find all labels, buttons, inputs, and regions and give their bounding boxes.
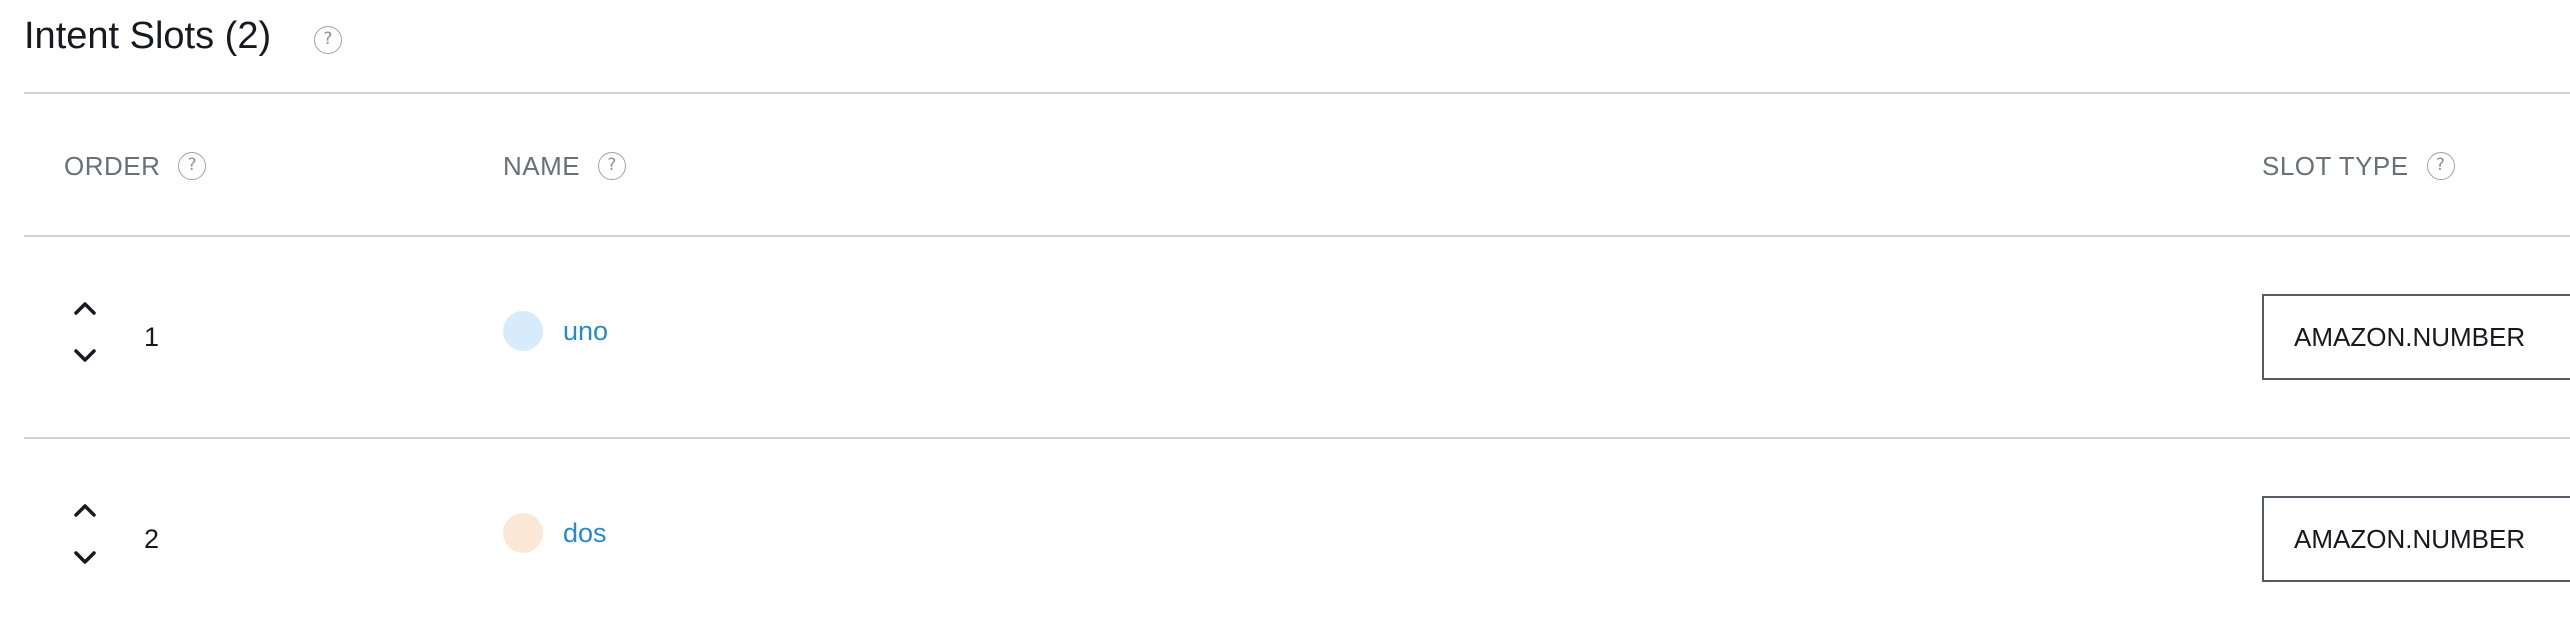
chevron-up-icon[interactable] xyxy=(68,295,102,321)
help-icon[interactable]: ? xyxy=(178,152,207,181)
column-header-order-label: ORDER xyxy=(64,151,161,181)
table-row: 2 dos AMAZON.NUMBER xyxy=(0,439,2570,639)
reorder-controls xyxy=(68,497,102,571)
column-header-name-label: NAME xyxy=(503,151,581,181)
section-title: Intent Slots (2) ? xyxy=(24,8,342,64)
slot-order: 1 xyxy=(144,322,160,352)
slot-color-dot xyxy=(503,513,543,553)
chevron-up-icon[interactable] xyxy=(68,497,102,523)
chevron-down-icon[interactable] xyxy=(68,545,102,571)
column-header-slot-type: SLOT TYPE? xyxy=(2262,146,2455,186)
help-icon[interactable]: ? xyxy=(314,26,342,54)
slot-type-field[interactable]: AMAZON.NUMBER xyxy=(2262,294,2570,380)
slot-name-link[interactable]: dos xyxy=(563,513,607,553)
slot-color-dot xyxy=(503,311,543,351)
column-header-slot-type-label: SLOT TYPE xyxy=(2262,151,2409,181)
reorder-controls xyxy=(68,295,102,369)
column-header-name: NAME? xyxy=(503,146,627,186)
help-icon[interactable]: ? xyxy=(2426,152,2455,181)
chevron-down-icon[interactable] xyxy=(68,343,102,369)
column-header-order: ORDER? xyxy=(64,146,207,186)
slot-type-field[interactable]: AMAZON.NUMBER xyxy=(2262,496,2570,582)
slot-name-link[interactable]: uno xyxy=(563,311,608,351)
help-icon[interactable]: ? xyxy=(598,152,627,181)
slot-order: 2 xyxy=(144,524,160,554)
section-title-text: Intent Slots (2) xyxy=(24,15,272,57)
title-divider xyxy=(24,92,2570,94)
table-row: 1 uno AMAZON.NUMBER xyxy=(0,237,2570,437)
